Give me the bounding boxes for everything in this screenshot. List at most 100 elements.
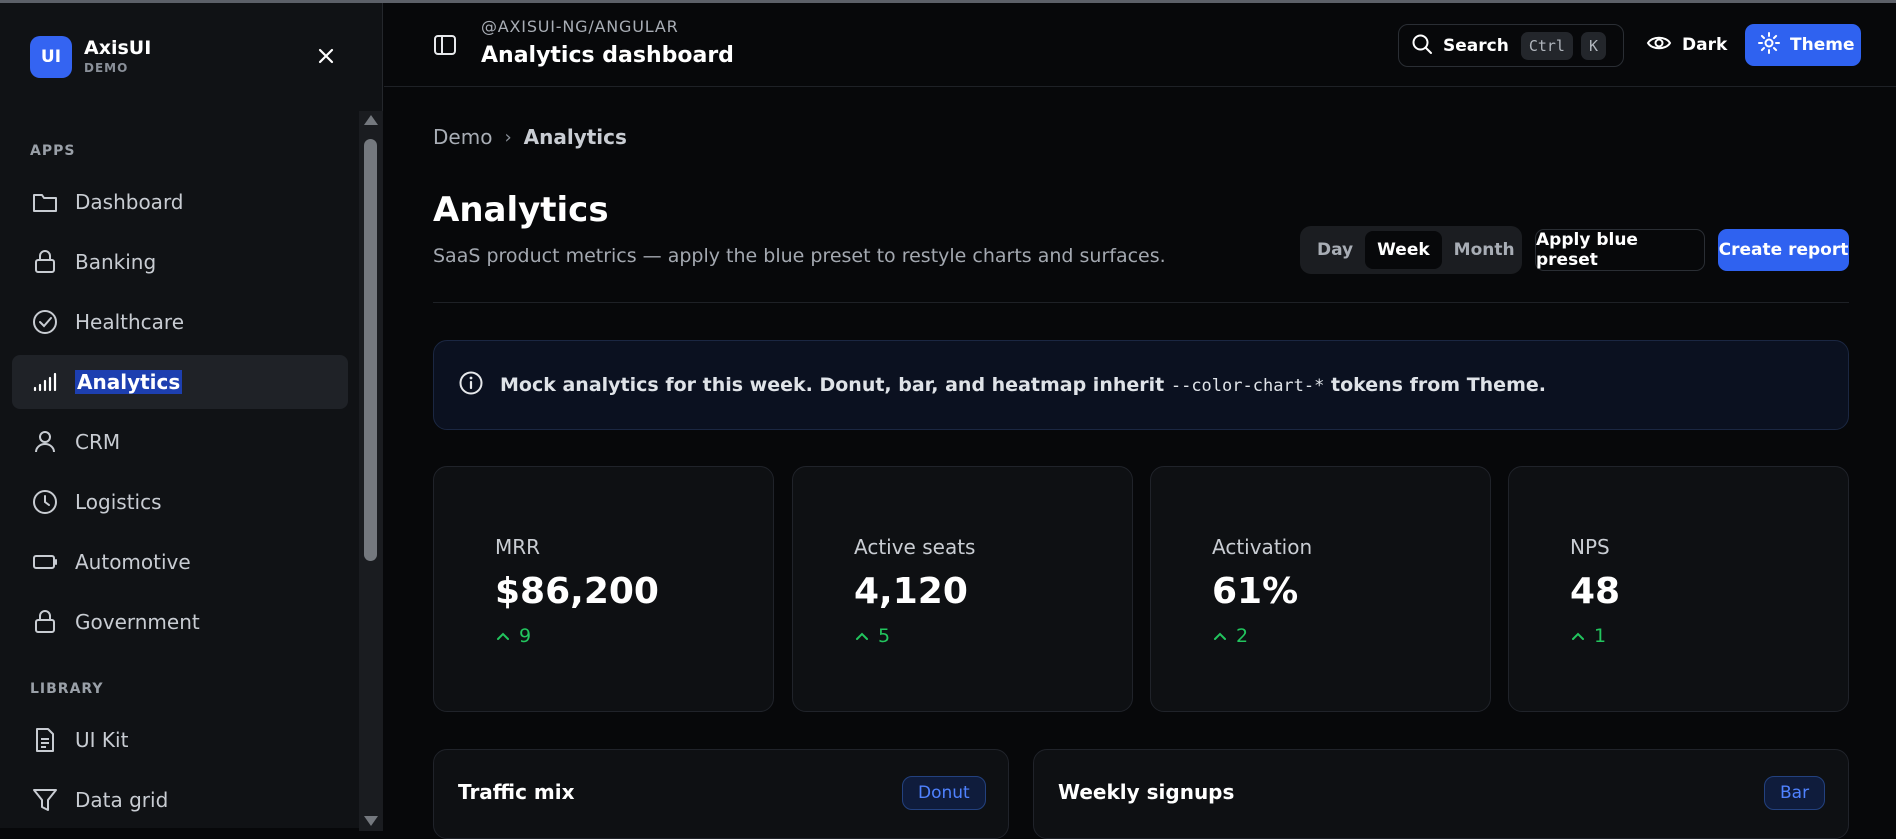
document-icon xyxy=(30,725,60,755)
check-circle-icon xyxy=(30,307,60,337)
panel-badge: Bar xyxy=(1764,776,1826,810)
kpi-value: $86,200 xyxy=(495,571,659,612)
eye-icon xyxy=(1646,30,1672,60)
lock-icon xyxy=(30,247,60,277)
brand[interactable]: UI AxisUI DEMO xyxy=(30,36,151,78)
nav-section-library: LIBRARY xyxy=(30,681,104,697)
chevron-up-icon xyxy=(1214,632,1226,640)
scroll-up-icon[interactable] xyxy=(364,115,378,125)
lock-icon xyxy=(30,607,60,637)
kbd-ctrl: Ctrl xyxy=(1520,31,1573,60)
sidebar-item-automotive[interactable]: Automotive xyxy=(12,535,348,589)
kpi-value: 48 xyxy=(1570,571,1621,612)
gear-icon xyxy=(1757,31,1781,59)
sidebar-item-label: CRM xyxy=(75,430,121,454)
kpi-card-active-seats: Active seats 4,120 5 xyxy=(792,466,1133,712)
kpi-delta: 2 xyxy=(1212,625,1248,647)
header-title: Analytics dashboard xyxy=(481,43,734,68)
breadcrumb: Demo › Analytics xyxy=(433,125,627,149)
chevron-up-icon xyxy=(497,632,509,640)
top-header: @AXISUI-NG/ANGULAR Analytics dashboard S… xyxy=(384,3,1896,87)
divider xyxy=(433,302,1849,303)
sidebar-item-crm[interactable]: CRM xyxy=(12,415,348,469)
sidebar-item-label: UI Kit xyxy=(75,728,129,752)
sidebar-item-label: Analytics xyxy=(75,370,183,394)
alert-text: Mock analytics for this week. Donut, bar… xyxy=(500,374,1546,396)
nav-section-apps: APPS xyxy=(30,143,76,159)
signal-bars-icon xyxy=(30,367,60,397)
sidebar-toggle-icon[interactable] xyxy=(432,32,458,58)
panel-title: Weekly signups xyxy=(1058,780,1235,804)
create-report-button[interactable]: Create report xyxy=(1718,229,1849,271)
battery-icon xyxy=(30,547,60,577)
sidebar-item-label: Dashboard xyxy=(75,190,184,214)
scrollbar-thumb[interactable] xyxy=(364,139,377,561)
sidebar-item-label: Logistics xyxy=(75,490,162,514)
sidebar-scrollbar[interactable] xyxy=(359,111,383,831)
breadcrumb-current: Analytics xyxy=(523,125,627,149)
kbd-k: K xyxy=(1580,31,1606,60)
theme-label: Theme xyxy=(1790,35,1855,55)
sidebar-item-logistics[interactable]: Logistics xyxy=(12,475,348,529)
kpi-label: Activation xyxy=(1212,535,1313,559)
info-icon xyxy=(458,370,484,400)
page-subtitle: SaaS product metrics — apply the blue pr… xyxy=(433,245,1166,267)
search-icon xyxy=(1411,33,1433,59)
kpi-value: 4,120 xyxy=(854,571,968,612)
folder-icon xyxy=(30,187,60,217)
panel-weekly-signups: Weekly signups Bar xyxy=(1033,749,1849,839)
chevron-up-icon xyxy=(1572,632,1584,640)
chevron-right-icon: › xyxy=(504,126,512,148)
close-icon[interactable] xyxy=(315,45,337,67)
sidebar-item-label: Healthcare xyxy=(75,310,185,334)
dark-label: Dark xyxy=(1682,35,1728,55)
search-button[interactable]: Search Ctrl K xyxy=(1398,24,1624,67)
brand-tag: DEMO xyxy=(84,61,129,75)
theme-button[interactable]: Theme xyxy=(1745,24,1861,66)
kpi-delta: 9 xyxy=(495,625,531,647)
brand-logo: UI xyxy=(30,36,72,78)
search-label: Search xyxy=(1443,35,1509,56)
panel-traffic-mix: Traffic mix Donut xyxy=(433,749,1009,839)
sidebar-item-label: Government xyxy=(75,610,200,634)
scroll-down-icon[interactable] xyxy=(364,816,378,826)
sidebar-item-government[interactable]: Government xyxy=(12,595,348,649)
range-option-month[interactable]: Month xyxy=(1442,231,1527,269)
sidebar-item-analytics[interactable]: Analytics xyxy=(12,355,348,409)
clock-icon xyxy=(30,487,60,517)
breadcrumb-demo[interactable]: Demo xyxy=(433,125,492,149)
sidebar-item-label: Automotive xyxy=(75,550,191,574)
user-icon xyxy=(30,427,60,457)
sidebar-item-ui-kit[interactable]: UI Kit xyxy=(12,713,348,767)
range-option-week[interactable]: Week xyxy=(1365,231,1442,269)
panel-badge: Donut xyxy=(902,776,986,810)
kpi-delta: 5 xyxy=(854,625,890,647)
range-option-day[interactable]: Day xyxy=(1305,231,1365,269)
kpi-label: MRR xyxy=(495,535,541,559)
info-alert: Mock analytics for this week. Donut, bar… xyxy=(433,340,1849,430)
sidebar-item-banking[interactable]: Banking xyxy=(12,235,348,289)
kpi-delta: 1 xyxy=(1570,625,1606,647)
filter-icon xyxy=(30,785,60,815)
package-name: @AXISUI-NG/ANGULAR xyxy=(481,17,679,36)
chevron-up-icon xyxy=(856,632,868,640)
alert-code: --color-chart-* xyxy=(1170,376,1325,396)
kpi-card-activation: Activation 61% 2 xyxy=(1150,466,1491,712)
sidebar-item-dashboard[interactable]: Dashboard xyxy=(12,175,348,229)
kpi-card-nps: NPS 48 1 xyxy=(1508,466,1849,712)
kpi-card-mrr: MRR $86,200 9 xyxy=(433,466,774,712)
sidebar: UI AxisUI DEMO APPS Dashboard Banking He… xyxy=(0,3,383,831)
sidebar-item-data-grid[interactable]: Data grid xyxy=(12,773,348,827)
kpi-value: 61% xyxy=(1212,571,1299,612)
page-title: Analytics xyxy=(433,190,609,230)
panel-title: Traffic mix xyxy=(458,780,575,804)
kpi-label: Active seats xyxy=(854,535,976,559)
brand-name: AxisUI xyxy=(84,37,152,59)
dark-mode-button[interactable]: Dark xyxy=(1646,30,1727,60)
sidebar-item-label: Data grid xyxy=(75,788,169,812)
sidebar-item-label: Banking xyxy=(75,250,157,274)
kpi-label: NPS xyxy=(1570,535,1610,559)
sidebar-item-healthcare[interactable]: Healthcare xyxy=(12,295,348,349)
apply-blue-preset-button[interactable]: Apply blue preset xyxy=(1535,229,1705,271)
range-segmented-control: Day Week Month xyxy=(1300,226,1522,274)
